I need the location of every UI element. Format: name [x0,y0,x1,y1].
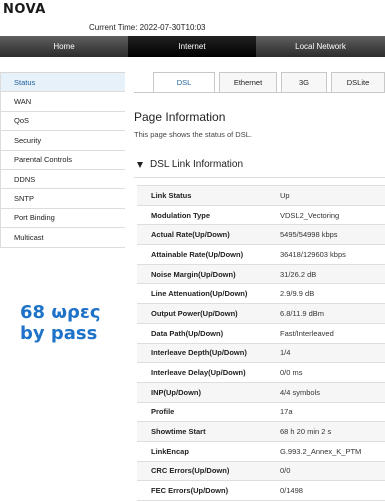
row-value: Fast/Interleaved [280,328,334,338]
row-value: G.993.2_Annex_K_PTM [280,446,362,456]
section-divider [134,177,385,178]
row-label: Noise Margin(Up/Down) [151,269,236,279]
current-time: Current Time: 2022-07-30T10:03 [89,23,206,32]
row-value: Up [280,190,290,200]
row-value: 17a [280,407,293,417]
dsl-section-header[interactable]: DSL Link Information [137,159,243,170]
row-label: Profile [151,407,175,417]
top-navigation: Home Internet Local Network [0,36,385,57]
sidebar-item-wan[interactable]: WAN [0,92,125,112]
table-row: Line Attenuation(Up/Down) 2.9/9.9 dB [137,284,385,305]
row-label: Output Power(Up/Down) [151,308,238,318]
sidebar-item-status[interactable]: Status [0,73,125,93]
sidebar-item-ddns[interactable]: DDNS [0,169,125,190]
table-row: Profile 17a [137,403,385,423]
table-row: Link Status Up [137,186,385,206]
row-label: Actual Rate(Up/Down) [151,230,230,240]
tab-home[interactable]: Home [0,36,128,57]
row-label: Modulation Type [151,210,211,220]
subtab-dslite[interactable]: DSLite [331,72,385,92]
row-label: Interleave Delay(Up/Down) [151,368,246,378]
row-value: 0/0 [280,466,291,476]
overlay-caption-line2: by pass [20,323,98,344]
table-row: CRC Errors(Up/Down) 0/0 [137,461,385,482]
status-subtabs: DSL Ethernet 3G DSLite [153,72,385,92]
page-title: Page Information [134,110,226,124]
row-label: CRC Errors(Up/Down) [151,466,230,476]
row-value: 6.8/11.9 dBm [280,308,325,318]
sidebar: Status WAN QoS Security Parental Control… [0,72,125,248]
collapse-triangle-icon[interactable] [137,161,143,168]
row-value: 2.9/9.9 dB [280,289,315,299]
row-label: Showtime Start [151,427,206,437]
row-label: FEC Errors(Up/Down) [151,486,229,496]
row-value: 0/1498 [280,486,303,496]
row-label: Line Attenuation(Up/Down) [151,289,248,299]
subtab-3g[interactable]: 3G [281,72,327,92]
sidebar-item-sntp[interactable]: SNTP [0,189,125,209]
page-description: This page shows the status of DSL. [134,130,252,139]
row-value: 1/4 [280,348,291,358]
table-row: Noise Margin(Up/Down) 31/26.2 dB [137,264,385,285]
sidebar-item-qos[interactable]: QoS [0,111,125,132]
row-label: LinkEncap [151,446,189,456]
row-value: 36418/129603 kbps [280,249,346,259]
table-row: Interleave Delay(Up/Down) 0/0 ms [137,363,385,383]
table-row: INP(Up/Down) 4/4 symbols [137,382,385,403]
table-row: Interleave Depth(Up/Down) 1/4 [137,343,385,364]
overlay-caption: 68 ωρες by pass [20,302,101,344]
table-row: Output Power(Up/Down) 6.8/11.9 dBm [137,304,385,324]
row-label: Interleave Depth(Up/Down) [151,348,247,358]
tab-internet[interactable]: Internet [128,36,256,57]
sidebar-item-multicast[interactable]: Multicast [0,228,125,248]
subtab-dsl[interactable]: DSL [153,72,215,92]
table-row: Showtime Start 68 h 20 min 2 s [137,422,385,442]
dsl-info-table: Link Status Up Modulation Type VDSL2_Vecto… [137,185,385,501]
subtab-ethernet[interactable]: Ethernet [219,72,277,92]
sidebar-item-parental-controls[interactable]: Parental Controls [0,150,125,170]
subtab-divider [134,92,385,93]
table-row: Actual Rate(Up/Down) 5495/54998 kbps [137,225,385,246]
table-row: FEC Errors(Up/Down) 0/1498 [137,481,385,501]
row-value: VDSL2_Vectoring [280,210,340,220]
table-row: Modulation Type VDSL2_Vectoring [137,206,385,226]
nova-logo: NOVA [3,2,46,17]
row-label: INP(Up/Down) [151,387,201,397]
sidebar-item-security[interactable]: Security [0,131,125,151]
row-value: 68 h 20 min 2 s [280,427,332,437]
logo-text: NOVA [3,2,46,17]
table-row: Data Path(Up/Down) Fast/Interleaved [137,324,385,344]
row-value: 4/4 symbols [280,387,321,397]
tab-local-network[interactable]: Local Network [256,36,385,57]
table-row: LinkEncap G.993.2_Annex_K_PTM [137,442,385,462]
dsl-section-title: DSL Link Information [150,159,244,170]
row-value: 31/26.2 dB [280,269,317,279]
row-label: Link Status [151,190,192,200]
sidebar-item-port-binding[interactable]: Port Binding [0,208,125,229]
overlay-caption-line1: 68 ωρες [20,302,101,323]
row-value: 0/0 ms [280,368,303,378]
row-value: 5495/54998 kbps [280,230,338,240]
row-label: Data Path(Up/Down) [151,328,224,338]
table-row: Attainable Rate(Up/Down) 36418/129603 kbp… [137,245,385,265]
row-label: Attainable Rate(Up/Down) [151,249,244,259]
